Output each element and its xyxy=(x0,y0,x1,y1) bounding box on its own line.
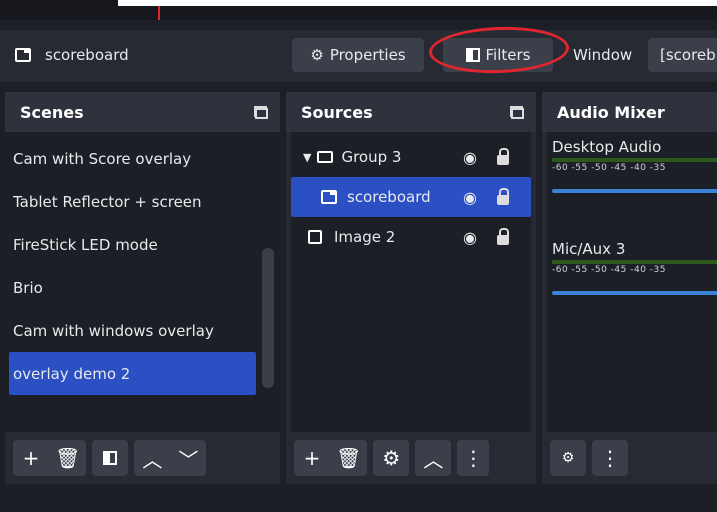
source-item[interactable]: Image 2 ◉ xyxy=(291,217,531,257)
lock-icon[interactable] xyxy=(497,228,509,245)
scenes-header: Scenes xyxy=(5,92,280,132)
undock-icon[interactable] xyxy=(254,105,268,119)
move-scene-up-button[interactable]: ︿ xyxy=(134,440,170,476)
remove-source-button[interactable]: 🗑 xyxy=(330,440,367,476)
scene-add-remove-group: + 🗑 xyxy=(13,440,87,476)
window-label: Window xyxy=(573,46,633,64)
preview-marker xyxy=(158,6,160,20)
scene-label: Brio xyxy=(13,278,43,297)
scene-label: overlay demo 2 xyxy=(13,364,131,383)
sources-title: Sources xyxy=(301,102,373,122)
chevron-down-icon: ﹀ xyxy=(178,447,199,472)
scene-item-selected[interactable]: overlay demo 2 xyxy=(9,352,256,395)
sources-footer: + 🗑 ⚙ ︿ ⋮ xyxy=(286,432,536,484)
window-capture-icon xyxy=(321,190,337,204)
source-toolbar: scoreboard ⚙ Properties Filters Window [… xyxy=(0,30,717,82)
source-label: scoreboard xyxy=(347,188,431,206)
more-options-button[interactable]: ⋮ xyxy=(457,440,490,476)
mixer-menu-button[interactable]: ⋮ xyxy=(592,440,628,476)
audio-mixer-header: Audio Mixer xyxy=(542,92,717,132)
filters-label: Filters xyxy=(485,46,531,64)
source-properties-button[interactable]: ⚙ xyxy=(373,440,410,476)
audio-mixer-body: Desktop Audio -60 -55 -50 -45 -40 -35 Mi… xyxy=(547,132,717,432)
expand-arrow-icon: ▼ xyxy=(303,150,312,164)
scene-label: Tablet Reflector + screen xyxy=(13,192,202,211)
filters-icon xyxy=(465,48,480,62)
level-meter xyxy=(552,260,717,264)
chevron-up-icon: ︿ xyxy=(142,447,163,472)
channel-name: Mic/Aux 3 xyxy=(552,240,626,258)
eye-icon[interactable]: ◉ xyxy=(463,228,477,247)
move-scene-down-button[interactable]: ﹀ xyxy=(170,440,206,476)
current-source: scoreboard xyxy=(15,46,129,64)
scenes-list: Cam with Score overlay Tablet Reflector … xyxy=(5,132,280,432)
scene-item[interactable]: Cam with Score overlay xyxy=(9,137,280,180)
source-add-remove-group: + 🗑 xyxy=(294,440,368,476)
volume-slider[interactable] xyxy=(552,189,717,193)
scene-item[interactable]: Brio xyxy=(9,266,280,309)
remove-scene-button[interactable]: 🗑 xyxy=(49,440,86,476)
trash-icon: 🗑 xyxy=(55,446,81,470)
advanced-audio-button[interactable]: ⚙ xyxy=(550,440,586,476)
source-label: Group 3 xyxy=(341,148,402,166)
preview-canvas xyxy=(118,0,717,6)
eye-icon[interactable]: ◉ xyxy=(463,188,477,207)
scene-item[interactable]: Cam with windows overlay xyxy=(9,309,280,352)
scenes-title: Scenes xyxy=(20,102,84,122)
source-item-group[interactable]: ▼ Group 3 ◉ xyxy=(291,137,531,177)
scenes-dock: Scenes Cam with Score overlay Tablet Ref… xyxy=(5,92,280,484)
move-source-up-button[interactable]: ︿ xyxy=(415,440,452,476)
source-item-selected[interactable]: scoreboard ◉ xyxy=(291,177,531,217)
lock-icon[interactable] xyxy=(497,148,509,165)
properties-button[interactable]: ⚙ Properties xyxy=(292,38,424,72)
chevron-up-icon: ︿ xyxy=(423,447,444,472)
preview-area xyxy=(0,0,717,20)
add-source-button[interactable]: + xyxy=(294,440,330,476)
scenes-footer: + 🗑 ︿ ﹀ xyxy=(5,432,280,484)
vertical-dots-icon: ⋮ xyxy=(600,446,620,470)
scenes-scrollbar[interactable] xyxy=(262,248,274,388)
image-icon xyxy=(308,230,322,244)
add-scene-button[interactable]: + xyxy=(13,440,49,476)
gear-icon: ⚙ xyxy=(310,46,324,64)
folder-icon xyxy=(317,151,334,163)
scene-item[interactable]: FireStick LED mode xyxy=(9,223,280,266)
scene-label: Cam with windows overlay xyxy=(13,321,214,340)
source-label: Image 2 xyxy=(334,228,396,246)
scene-filters-button[interactable] xyxy=(92,440,129,476)
undock-icon[interactable] xyxy=(510,105,524,119)
gear-icon: ⚙ xyxy=(382,446,401,470)
current-source-label: scoreboard xyxy=(45,46,129,64)
trash-icon: 🗑 xyxy=(336,446,362,470)
eye-icon[interactable]: ◉ xyxy=(463,148,477,167)
mixer-channel: Mic/Aux 3 -60 -55 -50 -45 -40 -35 xyxy=(552,240,717,295)
filters-icon xyxy=(103,451,118,465)
scene-order-group: ︿ ﹀ xyxy=(134,440,207,476)
level-meter xyxy=(552,158,717,162)
sources-dock: Sources ▼ Group 3 ◉ scoreboard ◉ Image 2… xyxy=(286,92,536,484)
vertical-dots-icon: ⋮ xyxy=(463,446,484,470)
gears-icon: ⚙ xyxy=(561,450,575,466)
meter-ticks: -60 -55 -50 -45 -40 -35 xyxy=(552,163,667,173)
filters-button[interactable]: Filters xyxy=(443,38,553,72)
mixer-channel: Desktop Audio -60 -55 -50 -45 -40 -35 xyxy=(552,138,717,193)
lock-icon[interactable] xyxy=(497,188,509,205)
audio-mixer-title: Audio Mixer xyxy=(557,102,665,122)
plus-icon: + xyxy=(22,446,40,470)
audio-mixer-dock: Audio Mixer Desktop Audio -60 -55 -50 -4… xyxy=(542,92,717,484)
volume-slider[interactable] xyxy=(552,291,717,295)
plus-icon: + xyxy=(303,446,321,470)
channel-name: Desktop Audio xyxy=(552,138,662,156)
properties-label: Properties xyxy=(329,46,406,64)
scene-label: FireStick LED mode xyxy=(13,235,158,254)
window-capture-icon xyxy=(15,48,31,62)
meter-ticks: -60 -55 -50 -45 -40 -35 xyxy=(552,265,667,275)
sources-header: Sources xyxy=(286,92,536,132)
scene-label: Cam with Score overlay xyxy=(13,149,192,168)
scene-item[interactable]: Tablet Reflector + screen xyxy=(9,180,280,223)
audio-mixer-footer: ⚙ ⋮ xyxy=(542,432,717,484)
sources-list: ▼ Group 3 ◉ scoreboard ◉ Image 2 ◉ xyxy=(291,132,531,432)
window-select[interactable]: [scoreb xyxy=(648,38,717,72)
